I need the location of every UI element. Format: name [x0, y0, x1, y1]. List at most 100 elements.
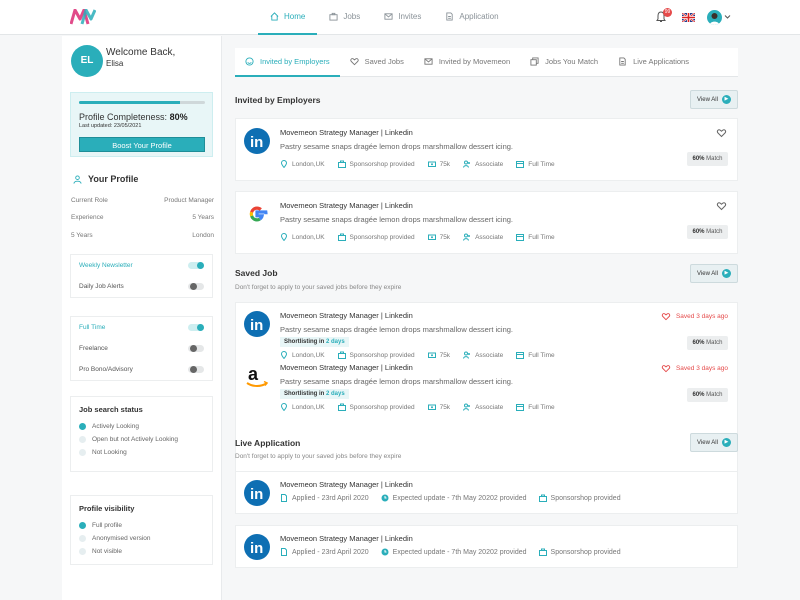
job-meta: London,UK Sponsorshop provided 75k Assoc…	[280, 403, 555, 411]
toggle-row: Freelance	[71, 338, 212, 359]
weekly-newsletter-toggle[interactable]	[188, 262, 204, 269]
job-search-status-title: Job search status	[79, 405, 143, 414]
main-nav: Home Jobs Invites Application	[258, 0, 511, 35]
clock-icon	[381, 494, 389, 502]
tab-live-applications[interactable]: Live Applications	[608, 48, 699, 77]
amazon-logo: a	[246, 364, 269, 387]
briefcase-icon	[337, 403, 346, 411]
job-card[interactable]: in Movemeon Strategy Manager | Linkedin …	[235, 118, 738, 181]
briefcase-icon	[337, 160, 346, 168]
radio-not-visible[interactable]: Not visible	[79, 545, 204, 558]
job-title[interactable]: Movemeon Strategy Manager | Linkedin	[280, 311, 413, 320]
users-icon	[463, 403, 471, 411]
user-avatar[interactable]	[707, 10, 722, 25]
users-icon	[463, 160, 471, 168]
toggle-row: Weekly Newsletter	[71, 255, 212, 276]
job-search-status-box: Job search status Actively Looking Open …	[70, 396, 213, 472]
location-pin-icon	[280, 351, 288, 359]
tab-jobs-you-match[interactable]: Jobs You Match	[520, 48, 608, 77]
profile-detail-row: Current Role Product Manager	[71, 197, 214, 204]
job-title[interactable]: Movemeon Strategy Manager | Linkedin	[280, 128, 413, 137]
document-icon	[619, 57, 626, 66]
location-pin-icon	[280, 233, 288, 241]
linkedin-logo: in	[244, 534, 270, 560]
nav-application[interactable]: Application	[433, 0, 510, 35]
shortlisting-badge: Shortlisting in 2 days	[280, 389, 349, 399]
nav-label: Home	[284, 12, 306, 21]
freelance-toggle[interactable]	[188, 345, 204, 352]
user-name: Elisa	[106, 59, 124, 68]
nav-home[interactable]: Home	[258, 0, 318, 35]
clock-icon	[381, 548, 389, 556]
nav-label: Jobs	[343, 12, 361, 21]
boost-profile-button[interactable]: Boost Your Profile	[79, 137, 205, 152]
job-description: Pastry sesame snaps dragée lemon drops m…	[280, 142, 514, 151]
tab-bar: Invited by Employers Saved Jobs Invited …	[235, 48, 738, 77]
save-heart-icon[interactable]	[716, 128, 727, 138]
pro-bono-toggle[interactable]	[188, 366, 204, 373]
welcome-text: Welcome Back,	[106, 47, 176, 58]
users-icon	[463, 351, 471, 359]
job-title[interactable]: Movemeon Strategy Manager | Linkedin	[280, 480, 413, 489]
job-title[interactable]: Movemeon Strategy Manager | Linkedin	[280, 534, 413, 543]
saved-ago-label[interactable]: Saved 3 days ago	[661, 364, 728, 373]
work-type-toggle-group: Full Time Freelance Pro Bono/Advisory	[70, 316, 213, 381]
profile-progress-bar	[79, 101, 205, 104]
nav-invites[interactable]: Invites	[372, 0, 433, 35]
job-description: Pastry sesame snaps dragée lemon drops m…	[280, 215, 514, 224]
saved-section-title: Saved Job	[235, 268, 278, 278]
last-updated-text: Last updated: 23/05/2021	[79, 123, 142, 129]
match-badge: 60% Match	[687, 336, 728, 350]
nav-jobs[interactable]: Jobs	[317, 0, 372, 35]
job-title[interactable]: Movemeon Strategy Manager | Linkedin	[280, 363, 413, 372]
saved-ago-label[interactable]: Saved 3 days ago	[661, 312, 728, 321]
match-badge: 60% Match	[687, 152, 728, 166]
tab-saved-jobs[interactable]: Saved Jobs	[340, 48, 414, 77]
save-heart-icon[interactable]	[716, 201, 727, 211]
chevron-down-icon[interactable]	[724, 14, 731, 20]
full-time-toggle[interactable]	[188, 324, 204, 331]
nav-label: Invites	[398, 12, 422, 21]
arrow-right-icon: ▶	[721, 438, 731, 447]
envelope-icon	[384, 13, 393, 20]
arrow-right-icon: ▶	[721, 95, 731, 104]
uk-flag-icon[interactable]	[682, 13, 695, 22]
toggle-row: Full Time	[71, 317, 212, 338]
linkedin-logo: in	[244, 128, 270, 154]
document-icon	[281, 494, 287, 502]
svg-text:in: in	[250, 486, 263, 503]
job-card[interactable]: Movemeon Strategy Manager | Linkedin Pas…	[235, 191, 738, 254]
radio-open-not-actively[interactable]: Open but not Actively Looking	[79, 433, 204, 446]
movemeon-logo[interactable]	[70, 9, 96, 25]
saved-section-subtitle: Don't forget to apply to your saved jobs…	[235, 284, 402, 291]
profile-detail-row: Experience 5 Years	[71, 214, 214, 221]
job-meta: London,UK Sponsorshop provided 75k Assoc…	[280, 351, 555, 359]
application-card[interactable]: in Movemeon Strategy Manager | Linkedin …	[235, 525, 738, 568]
view-all-live-button[interactable]: View All ▶	[690, 433, 738, 452]
money-icon	[427, 234, 436, 240]
radio-anonymised[interactable]: Anonymised version	[79, 532, 204, 545]
view-all-invited-button[interactable]: View All ▶	[690, 90, 738, 109]
radio-full-profile[interactable]: Full profile	[79, 519, 204, 532]
location-pin-icon	[280, 403, 288, 411]
daily-job-alerts-toggle[interactable]	[188, 283, 204, 290]
calendar-icon	[516, 404, 525, 411]
radio-not-looking[interactable]: Not Looking	[79, 446, 204, 459]
money-icon	[427, 161, 436, 167]
heart-icon	[661, 313, 671, 321]
alerts-toggle-group: Weekly Newsletter Daily Job Alerts	[70, 254, 213, 298]
job-title[interactable]: Movemeon Strategy Manager | Linkedin	[280, 201, 413, 210]
job-meta: London,UK Sponsorshop provided 75k Assoc…	[280, 160, 555, 168]
svg-text:in: in	[250, 540, 263, 557]
tab-invited-by-movemeon[interactable]: Invited by Movemeon	[414, 48, 520, 77]
tab-invited-by-employers[interactable]: Invited by Employers	[235, 48, 340, 77]
application-card[interactable]: in Movemeon Strategy Manager | Linkedin …	[235, 471, 738, 514]
calendar-icon	[516, 352, 525, 359]
top-bar: Home Jobs Invites Application 99	[0, 0, 800, 35]
application-meta: Applied - 23rd April 2020 Expected updat…	[280, 548, 621, 556]
money-icon	[427, 352, 436, 358]
briefcase-icon	[538, 548, 547, 556]
document-icon	[446, 12, 454, 21]
view-all-saved-button[interactable]: View All ▶	[690, 264, 738, 283]
radio-actively-looking[interactable]: Actively Looking	[79, 420, 204, 433]
